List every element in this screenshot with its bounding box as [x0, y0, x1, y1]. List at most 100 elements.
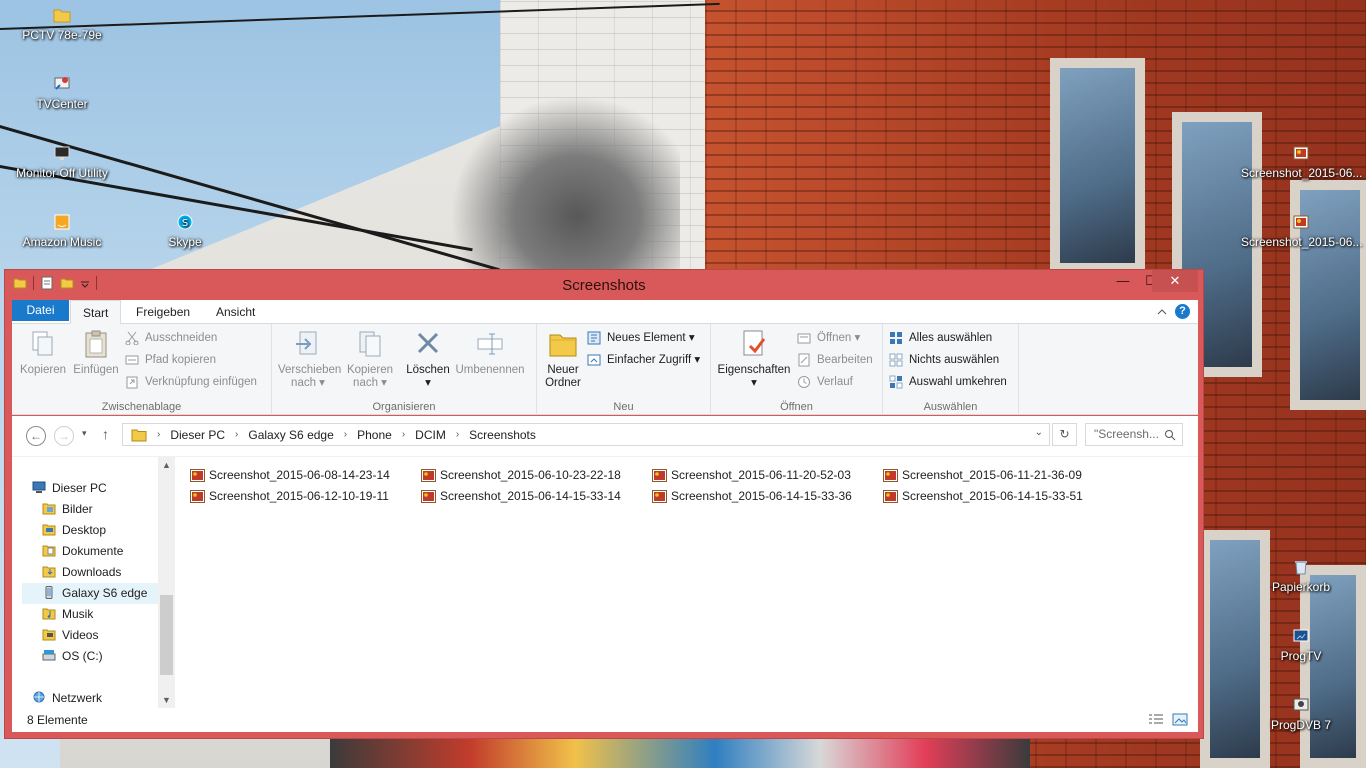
- delete-button[interactable]: Löschen ▾: [404, 328, 452, 390]
- nav-item-desktop[interactable]: Desktop: [42, 520, 106, 541]
- nav-item-videos[interactable]: Videos: [42, 625, 98, 646]
- up-button[interactable]: ↑: [102, 426, 109, 442]
- open-button[interactable]: Öffnen ▾: [797, 328, 860, 348]
- chevron-right-icon[interactable]: ›: [235, 429, 238, 440]
- copy-path-label: Pfad kopieren: [145, 354, 216, 366]
- forward-button[interactable]: →: [54, 426, 74, 446]
- file-item[interactable]: Screenshot_2015-06-12-10-19-11: [190, 486, 389, 507]
- nav-item-this-pc[interactable]: Dieser PC: [32, 478, 107, 499]
- nav-item-music[interactable]: Musik: [42, 604, 93, 625]
- back-button[interactable]: ←: [26, 426, 46, 446]
- desktop-icon-progdvb[interactable]: ProgDVB 7: [1241, 696, 1361, 732]
- nav-item-downloads[interactable]: Downloads: [42, 562, 121, 583]
- details-view-icon[interactable]: [1148, 713, 1164, 726]
- tab-file[interactable]: Datei: [12, 300, 69, 321]
- file-item[interactable]: Screenshot_2015-06-14-15-33-36: [652, 486, 852, 507]
- select-none-button[interactable]: Nichts auswählen: [889, 350, 999, 370]
- desktop-icon-skype[interactable]: S Skype: [125, 213, 245, 249]
- desktop-icon-screenshot-1[interactable]: Screenshot_2015-06...: [1241, 144, 1362, 180]
- breadcrumb-item[interactable]: Screenshots: [469, 428, 536, 442]
- paste-shortcut-button[interactable]: Verknüpfung einfügen: [125, 372, 257, 392]
- nav-item-pictures[interactable]: Bilder: [42, 499, 93, 520]
- search-input[interactable]: "Screensh...: [1085, 423, 1183, 446]
- paste-shortcut-icon: [126, 376, 138, 389]
- copy-to-button[interactable]: Kopieren nach ▾: [342, 328, 398, 390]
- nav-item-network[interactable]: Netzwerk: [32, 688, 102, 709]
- edit-button[interactable]: Bearbeiten: [797, 350, 873, 370]
- chevron-right-icon[interactable]: ›: [402, 429, 405, 440]
- cut-label: Ausschneiden: [145, 332, 218, 344]
- help-icon[interactable]: ?: [1175, 304, 1190, 319]
- properties-button[interactable]: Eigenschaften ▾: [715, 328, 793, 390]
- move-to-label: Verschieben: [278, 364, 342, 376]
- nav-item-documents[interactable]: Dokumente: [42, 541, 123, 562]
- paste-button[interactable]: Einfügen: [70, 328, 122, 377]
- chevron-right-icon[interactable]: ›: [157, 429, 160, 440]
- tab-start[interactable]: Start: [70, 300, 122, 325]
- move-to-button[interactable]: Verschieben nach ▾: [278, 328, 342, 390]
- scroll-up-icon[interactable]: ▲: [158, 457, 175, 474]
- breadcrumb-item[interactable]: DCIM: [415, 428, 446, 442]
- close-button[interactable]: ✕: [1152, 270, 1198, 292]
- minimize-button[interactable]: —: [1109, 270, 1137, 292]
- easy-access-label: Einfacher Zugriff: [607, 354, 692, 366]
- file-item[interactable]: Screenshot_2015-06-11-20-52-03: [652, 465, 851, 486]
- recent-locations-button[interactable]: ▾: [82, 428, 87, 439]
- copy-to-icon: [359, 331, 381, 357]
- file-item[interactable]: Screenshot_2015-06-10-23-22-18: [421, 465, 621, 486]
- easy-access-button[interactable]: Einfacher Zugriff ▾: [587, 350, 700, 370]
- select-all-button[interactable]: Alles auswählen: [889, 328, 992, 348]
- desktop-icon-recycle-bin[interactable]: Papierkorb: [1241, 558, 1361, 594]
- chevron-right-icon[interactable]: ›: [344, 429, 347, 440]
- explorer-window: Screenshots — ☐ ✕ Datei Start Freigeben …: [4, 269, 1204, 739]
- nav-scrollbar[interactable]: ▲ ▼: [158, 457, 175, 709]
- desktop-icon-pctv[interactable]: PCTV 78e-79e: [2, 6, 122, 42]
- image-file-icon: [652, 490, 667, 503]
- copy-label: Kopieren: [19, 364, 67, 376]
- breadcrumb-item[interactable]: Galaxy S6 edge: [248, 428, 333, 442]
- refresh-button[interactable]: ↻: [1052, 423, 1077, 446]
- desktop-icon-label: Monitor Off Utility: [16, 166, 108, 180]
- copy-path-button[interactable]: Pfad kopieren: [125, 350, 216, 370]
- desktop-icon-label: ProgDVB 7: [1270, 718, 1332, 732]
- search-icon: [1165, 430, 1176, 441]
- file-name: Screenshot_2015-06-10-23-22-18: [440, 468, 621, 482]
- nav-item-label: Dokumente: [62, 544, 124, 558]
- easy-access-icon: [587, 354, 601, 366]
- file-item[interactable]: Screenshot_2015-06-14-15-33-51: [883, 486, 1083, 507]
- move-to-icon: [296, 331, 317, 355]
- desktop-icon-tvcenter[interactable]: TVCenter: [2, 75, 122, 111]
- new-item-button[interactable]: Neues Element ▾: [587, 328, 695, 348]
- nav-item-galaxy-s6-edge[interactable]: Galaxy S6 edge: [22, 583, 158, 604]
- chevron-right-icon[interactable]: ›: [456, 429, 459, 440]
- collapse-ribbon-icon[interactable]: [1157, 307, 1167, 317]
- desktop-icon-monitor-off[interactable]: Monitor Off Utility: [2, 144, 122, 180]
- desktop-icon-screenshot-2[interactable]: Screenshot_2015-06...: [1241, 213, 1362, 249]
- invert-selection-button[interactable]: Auswahl umkehren: [889, 372, 1007, 392]
- history-button[interactable]: Verlauf: [797, 372, 853, 392]
- address-field[interactable]: › Dieser PC › Galaxy S6 edge › Phone › D…: [122, 423, 1050, 446]
- scroll-down-icon[interactable]: ▼: [158, 692, 175, 709]
- new-item-label: Neues Element: [607, 332, 686, 344]
- music-folder-icon: [42, 608, 56, 620]
- title-bar[interactable]: Screenshots — ☐ ✕: [5, 270, 1203, 300]
- cut-button[interactable]: Ausschneiden: [125, 328, 217, 348]
- desktop-icon-amazon-music[interactable]: Amazon Music: [2, 213, 122, 249]
- properties-icon: [743, 330, 766, 356]
- tab-share[interactable]: Freigeben: [124, 300, 202, 324]
- desktop-icon-progtv[interactable]: ProgTV: [1241, 627, 1361, 663]
- clipboard-icon: [85, 330, 107, 358]
- file-item[interactable]: Screenshot_2015-06-11-21-36-09: [883, 465, 1082, 486]
- nav-item-os-c[interactable]: OS (C:): [42, 646, 103, 667]
- scrollbar-thumb[interactable]: [160, 595, 173, 675]
- new-folder-button[interactable]: Neuer Ordner: [541, 328, 585, 390]
- breadcrumb-item[interactable]: Dieser PC: [170, 428, 225, 442]
- tab-view[interactable]: Ansicht: [204, 300, 267, 324]
- file-item[interactable]: Screenshot_2015-06-08-14-23-14: [190, 465, 390, 486]
- rename-button[interactable]: Umbenennen: [452, 328, 528, 377]
- large-icons-view-icon[interactable]: [1172, 713, 1188, 726]
- chevron-down-icon[interactable]: ⌄: [1035, 427, 1043, 438]
- copy-button[interactable]: Kopieren: [18, 328, 68, 377]
- file-item[interactable]: Screenshot_2015-06-14-15-33-14: [421, 486, 621, 507]
- breadcrumb-item[interactable]: Phone: [357, 428, 392, 442]
